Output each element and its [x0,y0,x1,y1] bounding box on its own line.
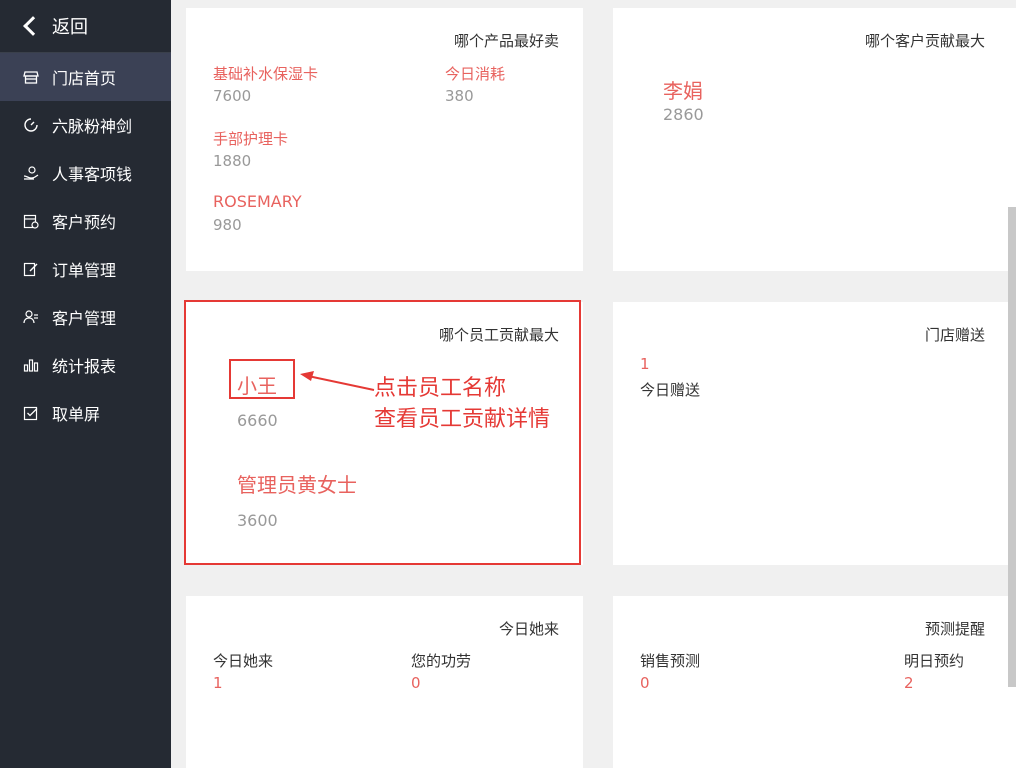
edit-icon [23,261,39,277]
chevron-left-icon [23,16,43,36]
sidebar-item-label: 客户管理 [52,309,117,328]
sidebar-item-label: 人事客项钱 [52,165,133,184]
sidebar-item-appointment[interactable]: 客户预约 [0,197,171,245]
stat-value[interactable]: 0 [640,674,650,692]
sidebar-item-label: 取单屏 [52,405,101,424]
calendar-icon [23,213,39,229]
product-name[interactable]: 手部护理卡 [213,128,288,149]
sidebar-item-label: 客户预约 [52,213,117,232]
finance-icon [23,165,39,181]
sidebar-item-customers[interactable]: 客户管理 [0,293,171,341]
stat-value[interactable]: 0 [411,674,421,692]
stat-label: 销售预测 [640,652,701,670]
sidebar-item-label: 统计报表 [52,357,117,376]
product-name[interactable]: 今日消耗 [445,63,505,84]
customer-value: 2860 [663,105,704,124]
scrollbar-thumb[interactable] [1008,207,1016,687]
sidebar-item-sword[interactable]: 六脉粉神剑 [0,101,171,149]
sidebar-item-label: 六脉粉神剑 [52,117,133,136]
annotation-text: 点击员工名称 查看员工贡献详情 [374,373,550,435]
annotation-line: 查看员工贡献详情 [374,407,551,432]
top-customer-card: 哪个客户贡献最大 李娟 2860 [613,8,1016,271]
product-value: 1880 [213,152,252,170]
forecast-card: 预测提醒 销售预测 0 明日预约 2 [613,596,1016,768]
stat-label: 您的功劳 [411,652,472,670]
annotation-line: 点击员工名称 [374,376,507,401]
sidebar-item-orders[interactable]: 订单管理 [0,245,171,293]
sidebar: 返回 门店首页 六脉粉神剑 人事客项钱 客户预约 订单管理 客户管理 统计报表 … [0,0,171,768]
product-value: 380 [445,87,474,105]
sidebar-item-pickup-screen[interactable]: 取单屏 [0,389,171,437]
card-title: 今日她来 [498,620,559,638]
stat-value[interactable]: 2 [904,674,914,692]
employee-name-highlight [229,359,295,399]
customer-name[interactable]: 李娟 [663,75,703,104]
timer-icon [23,117,39,133]
gift-value: 1 [640,355,650,373]
checkbox-icon [23,405,39,421]
sidebar-item-reports[interactable]: 统计报表 [0,341,171,389]
card-title: 哪个产品最好卖 [453,32,559,50]
stat-value[interactable]: 1 [213,674,223,692]
product-name[interactable]: ROSEMARY [213,192,302,211]
stat-label: 明日预约 [904,652,965,670]
card-title: 门店赠送 [924,326,985,344]
gift-label: 今日赠送 [640,381,701,399]
scrollbar[interactable] [1008,0,1016,768]
sidebar-item-finance[interactable]: 人事客项钱 [0,149,171,197]
arrow-left-icon [300,371,375,391]
sidebar-item-label: 订单管理 [52,261,117,280]
best-product-card: 哪个产品最好卖 基础补水保湿卡 7600 今日消耗 380 手部护理卡 1880… [186,8,583,271]
chart-icon [23,357,39,373]
sidebar-item-label: 门店首页 [52,69,117,88]
sidebar-item-store-home[interactable]: 门店首页 [0,53,171,101]
store-gift-card: 门店赠送 1 今日赠送 [613,302,1016,565]
store-icon [23,69,39,85]
product-value: 7600 [213,87,252,105]
back-button[interactable]: 返回 [0,0,171,53]
users-icon [23,309,39,325]
card-title: 预测提醒 [924,620,985,638]
product-value: 980 [213,216,242,234]
stat-label: 今日她来 [213,652,274,670]
back-label: 返回 [52,17,88,38]
today-visits-card: 今日她来 今日她来 1 您的功劳 0 [186,596,583,768]
card-title: 哪个客户贡献最大 [864,32,985,50]
product-name[interactable]: 基础补水保湿卡 [213,63,318,84]
